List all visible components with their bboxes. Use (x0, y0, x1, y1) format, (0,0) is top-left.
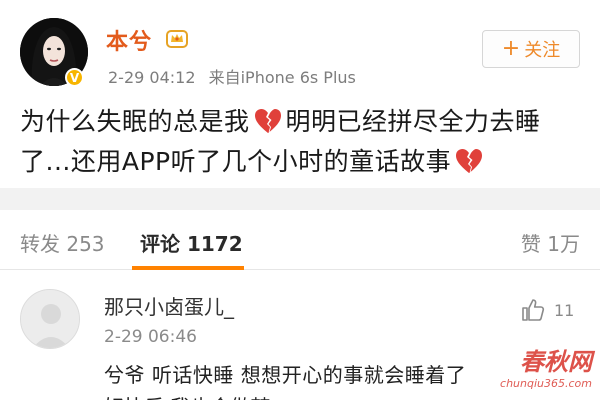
commenter-avatar[interactable] (20, 289, 80, 349)
follow-label: 关注 (524, 40, 561, 61)
comment-time: 2-29 06:46 (104, 327, 197, 347)
post-text: 为什么失眠的总是我 明明已经拼尽全力去睡了...还用APP听了几个小时的童话故事 (20, 102, 585, 182)
broken-heart-icon (254, 109, 281, 133)
post-source[interactable]: 来自iPhone 6s Plus (209, 68, 356, 87)
comment-text-line2: 好快乐 我也会做梦 (104, 391, 270, 400)
active-tab-indicator (132, 266, 244, 270)
comment-like-button[interactable]: 11 (520, 297, 574, 323)
comment-text: 兮爷 听话快睡 想想开心的事就会睡着了 (104, 363, 467, 387)
comment-list: 那只小卤蛋儿_ 2-29 06:46 11 兮爷 听话快睡 想想开心的事就会睡着… (0, 271, 600, 400)
post-text-part1: 为什么失眠的总是我 (20, 107, 250, 136)
crown-icon (166, 30, 188, 48)
username[interactable]: 本兮 (106, 24, 152, 56)
verified-badge-icon: V (65, 68, 84, 87)
post-timestamp: 2-29 04:12 (108, 68, 196, 87)
weibo-post: V 本兮 2-29 04:12 来自iPhone 6s Plus + 关注 为什… (0, 0, 600, 188)
comment-like-count: 11 (554, 300, 575, 320)
section-divider (0, 188, 600, 210)
thumbs-up-icon (522, 299, 545, 321)
plus-icon: + (501, 36, 521, 61)
follow-button[interactable]: + 关注 (482, 30, 580, 68)
tab-comment[interactable]: 评论 1172 (140, 228, 243, 257)
tab-like[interactable]: 赞 1万 (521, 228, 580, 257)
commenter-name[interactable]: 那只小卤蛋儿_ (104, 291, 234, 320)
interaction-tabbar: 转发 253 评论 1172 赞 1万 (0, 210, 600, 270)
post-meta: 2-29 04:12 来自iPhone 6s Plus (108, 64, 356, 88)
broken-heart-icon (456, 149, 483, 173)
tab-repost[interactable]: 转发 253 (20, 228, 105, 257)
